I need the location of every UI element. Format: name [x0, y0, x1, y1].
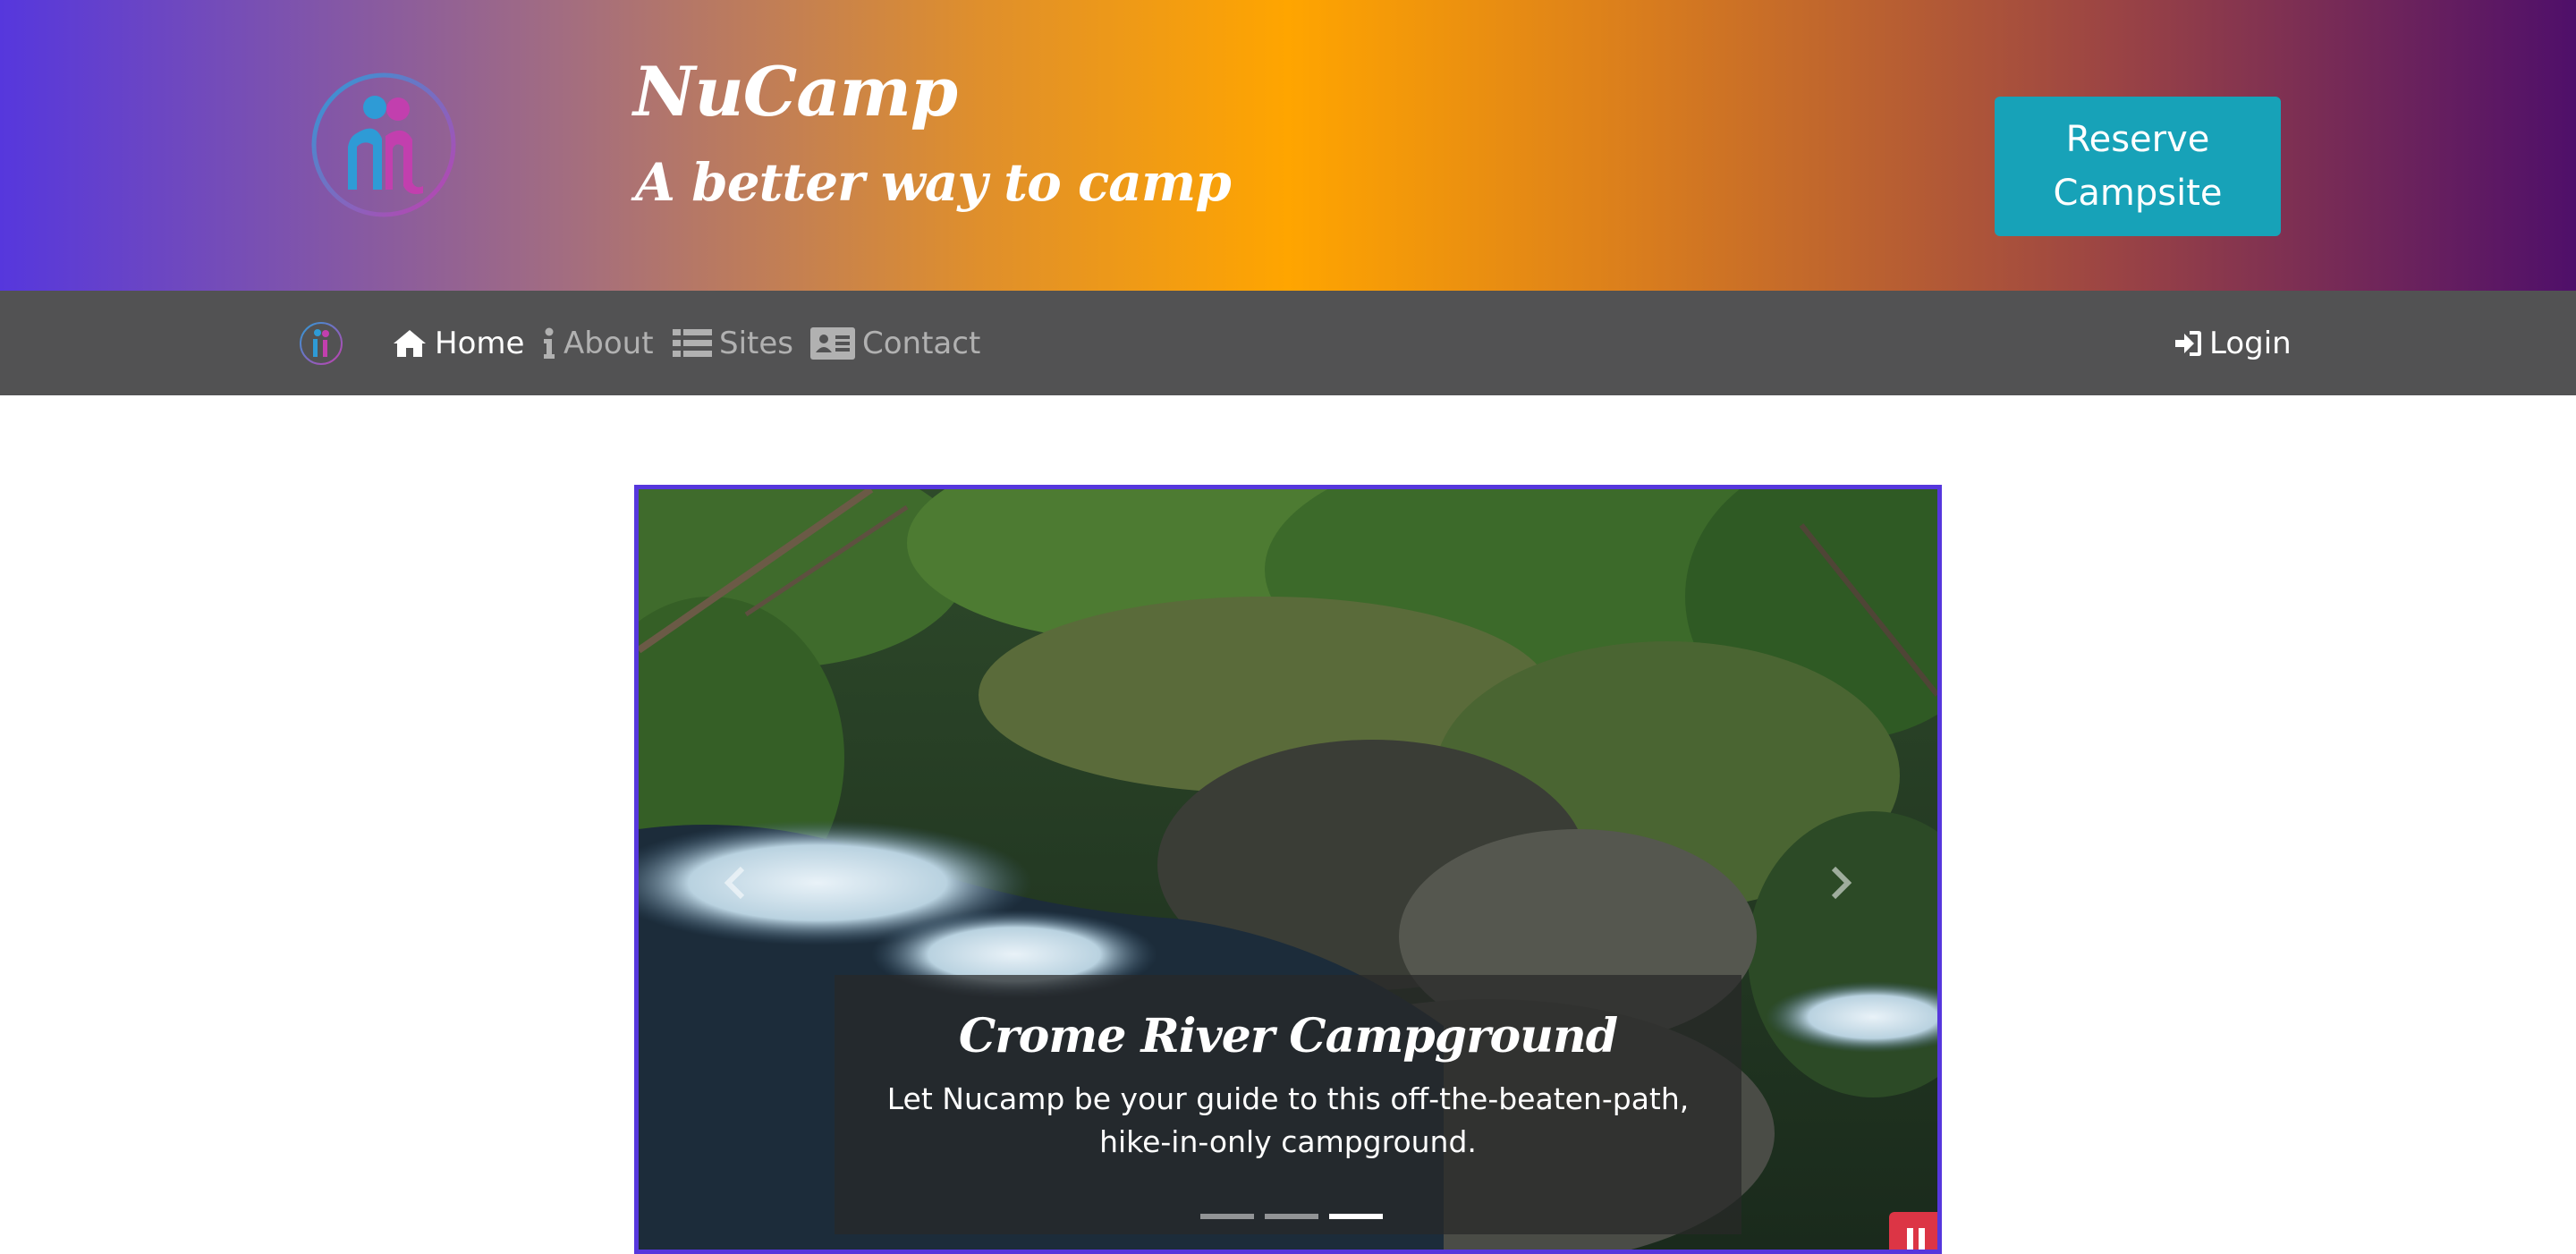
carousel-indicators [1200, 1214, 1383, 1219]
main-navbar: Home About Sites Contact Login [0, 291, 2576, 395]
carousel-indicator-3[interactable] [1329, 1214, 1383, 1219]
carousel-next-icon[interactable] [1812, 856, 1866, 910]
login-button[interactable]: Login [2175, 291, 2292, 395]
caption-text: Let Nucamp be your guide to this off-the… [886, 1081, 1690, 1159]
nav-item-about[interactable]: About [542, 291, 654, 395]
reserve-button-label-line1: Reserve [2065, 119, 2210, 160]
reserve-button-label-line2: Campsite [2053, 173, 2223, 214]
caption-title: Crome River Campground [958, 1009, 1618, 1063]
nav-item-home[interactable]: Home [392, 291, 524, 395]
info-icon [544, 327, 555, 359]
carousel-indicator-1[interactable] [1200, 1214, 1254, 1219]
jumbotron-header: NuCamp A better way to camp Reserve Camp… [0, 0, 2576, 291]
home-icon [394, 329, 426, 357]
carousel-pause-button[interactable] [1889, 1212, 1937, 1250]
nav-item-sites[interactable]: Sites [673, 291, 793, 395]
nav-item-contact[interactable]: Contact [810, 291, 980, 395]
brand-title: NuCamp [633, 52, 958, 131]
nucamp-logo [311, 72, 456, 217]
login-label: Login [2209, 325, 2292, 361]
nav-item-sites-label: Sites [719, 325, 793, 361]
list-icon [673, 328, 712, 357]
address-card-icon [810, 326, 855, 360]
navbar-logo[interactable] [298, 320, 344, 367]
sign-in-icon [2175, 330, 2201, 356]
image-carousel: Crome River Campground Let Nucamp be you… [634, 485, 1942, 1254]
brand-tagline: A better way to camp [635, 152, 1232, 213]
carousel-prev-icon[interactable] [710, 856, 764, 910]
pause-icon-bar-right [1919, 1228, 1925, 1250]
reserve-campsite-button[interactable]: Reserve Campsite [1995, 97, 2281, 236]
carousel-indicator-2[interactable] [1265, 1214, 1318, 1219]
nav-item-contact-label: Contact [862, 325, 981, 361]
carousel-caption: Crome River Campground Let Nucamp be you… [835, 975, 1741, 1234]
pause-icon-bar-left [1907, 1228, 1913, 1250]
nav-item-home-label: Home [435, 325, 525, 361]
nav-item-about-label: About [564, 325, 654, 361]
